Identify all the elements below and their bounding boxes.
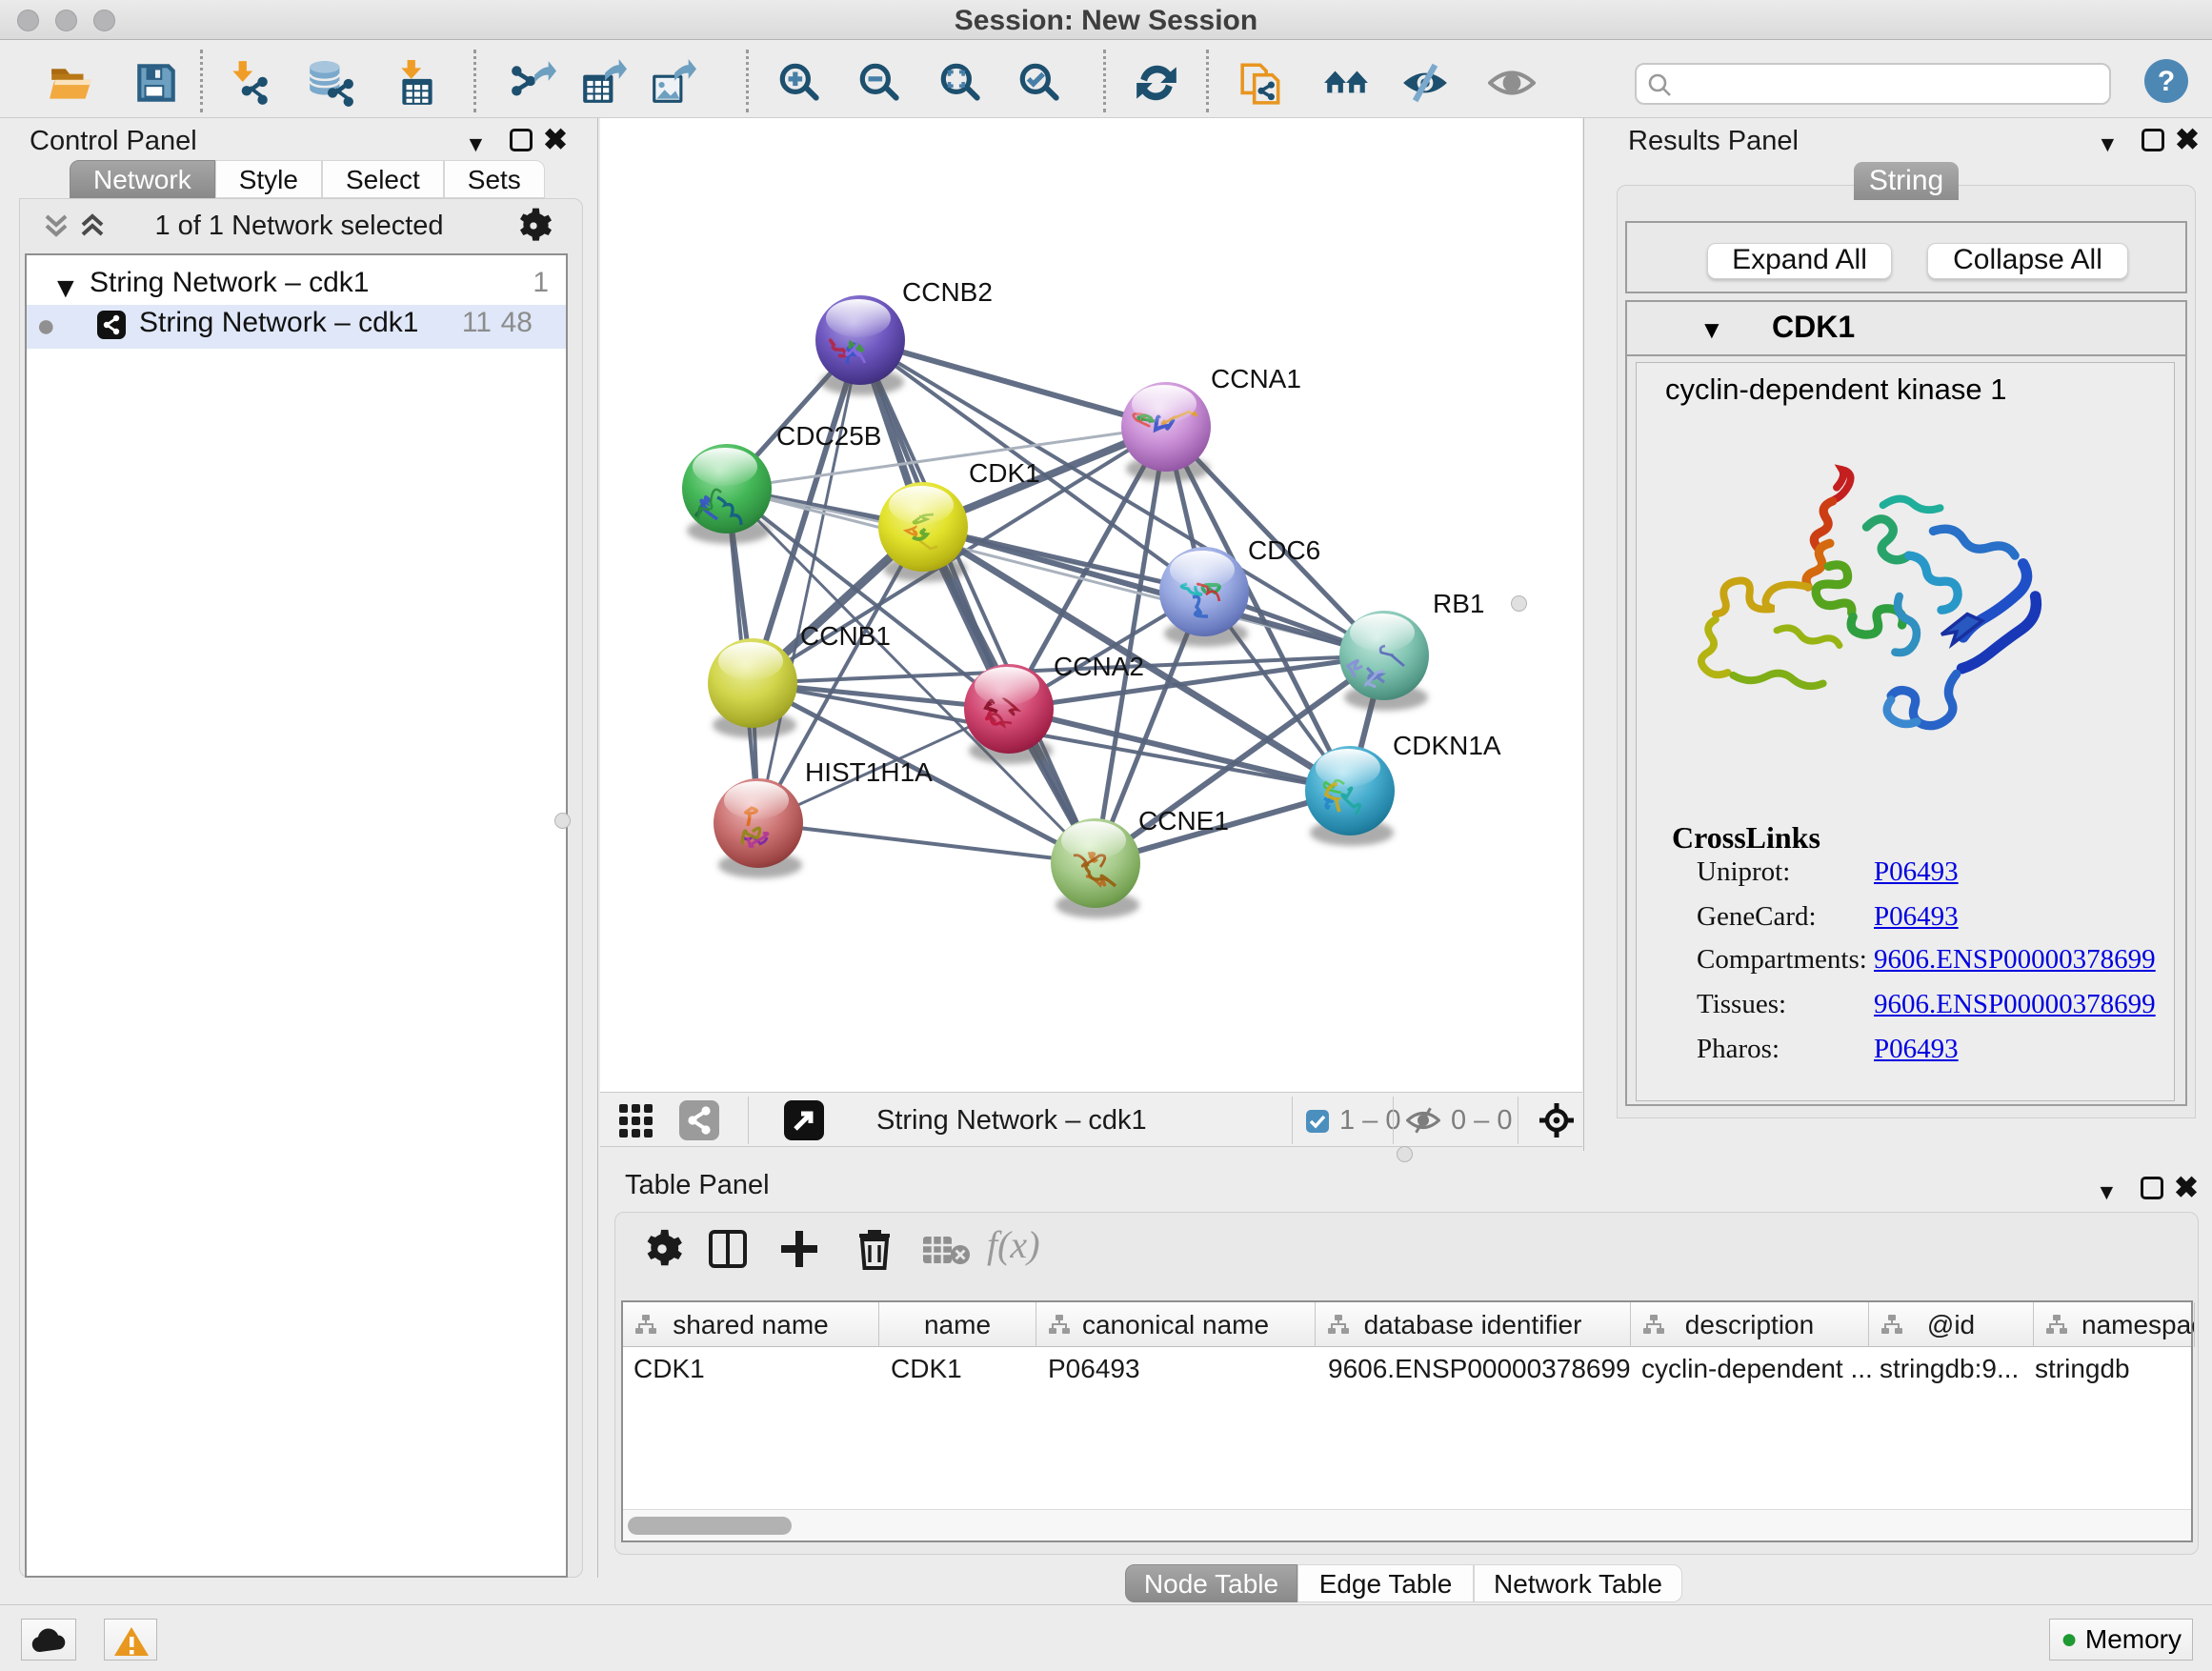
svg-text:CDKN1A: CDKN1A [1393,731,1501,760]
svg-text:CCNA1: CCNA1 [1211,364,1301,393]
svg-text:CDC25B: CDC25B [776,421,881,451]
svg-text:CDC6: CDC6 [1248,535,1320,565]
svg-text:?: ? [2158,66,2175,97]
svg-text:HIST1H1A: HIST1H1A [805,757,933,787]
svg-text:CCNA2: CCNA2 [1054,652,1144,681]
svg-text:CCNB1: CCNB1 [800,621,891,651]
svg-text:CCNE1: CCNE1 [1138,806,1229,836]
svg-text:CCNB2: CCNB2 [902,277,993,307]
svg-text:CDK1: CDK1 [969,458,1040,488]
svg-text:RB1: RB1 [1433,589,1484,618]
